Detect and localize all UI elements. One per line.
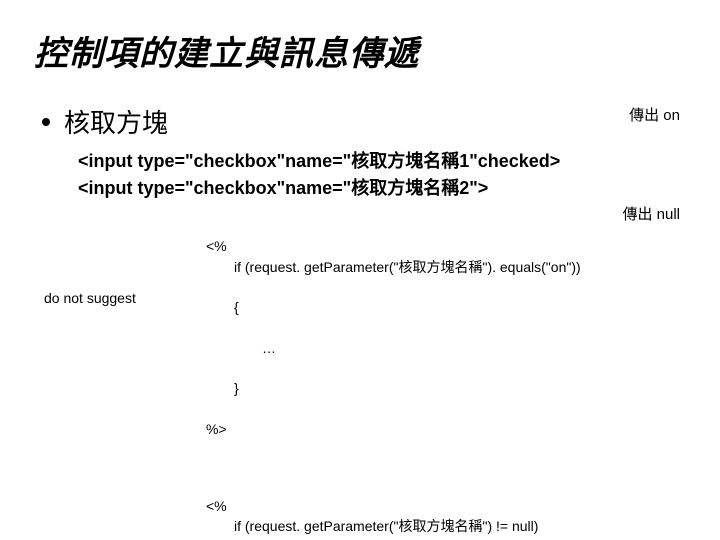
body-line-1: <input type="checkbox"name="核取方塊名稱1"chec…: [78, 148, 686, 175]
code-block-2: <% if (request. getParameter("核取方塊名稱") !…: [206, 476, 686, 540]
code-line: <%: [206, 498, 227, 514]
code-line: <%: [206, 238, 227, 254]
bullet-row: 核取方塊: [34, 103, 686, 140]
do-not-suggest-label: do not suggest: [44, 290, 136, 306]
code-line: if (request. getParameter("核取方塊名稱") != n…: [206, 516, 686, 536]
code-block-1: <% if (request. getParameter("核取方塊名稱"). …: [206, 216, 686, 460]
slide: 控制項的建立與訊息傳遞 核取方塊 傳出 on <input type="chec…: [0, 0, 720, 540]
annotation-on: 傳出 on: [629, 104, 680, 125]
body-line-2: <input type="checkbox"name="核取方塊名稱2">: [78, 175, 686, 202]
body-lines: <input type="checkbox"name="核取方塊名稱1"chec…: [78, 148, 686, 202]
code-line: %>: [206, 421, 227, 437]
annotation-null: 傳出 null: [622, 203, 680, 224]
bullet-text: 核取方塊: [64, 103, 168, 140]
code-line: if (request. getParameter("核取方塊名稱"). equ…: [206, 257, 686, 277]
slide-title: 控制項的建立與訊息傳遞: [34, 26, 686, 75]
code-line: …: [206, 338, 686, 358]
code-line: {: [206, 297, 686, 317]
code-line: }: [206, 378, 686, 398]
bullet-icon: [42, 118, 50, 126]
